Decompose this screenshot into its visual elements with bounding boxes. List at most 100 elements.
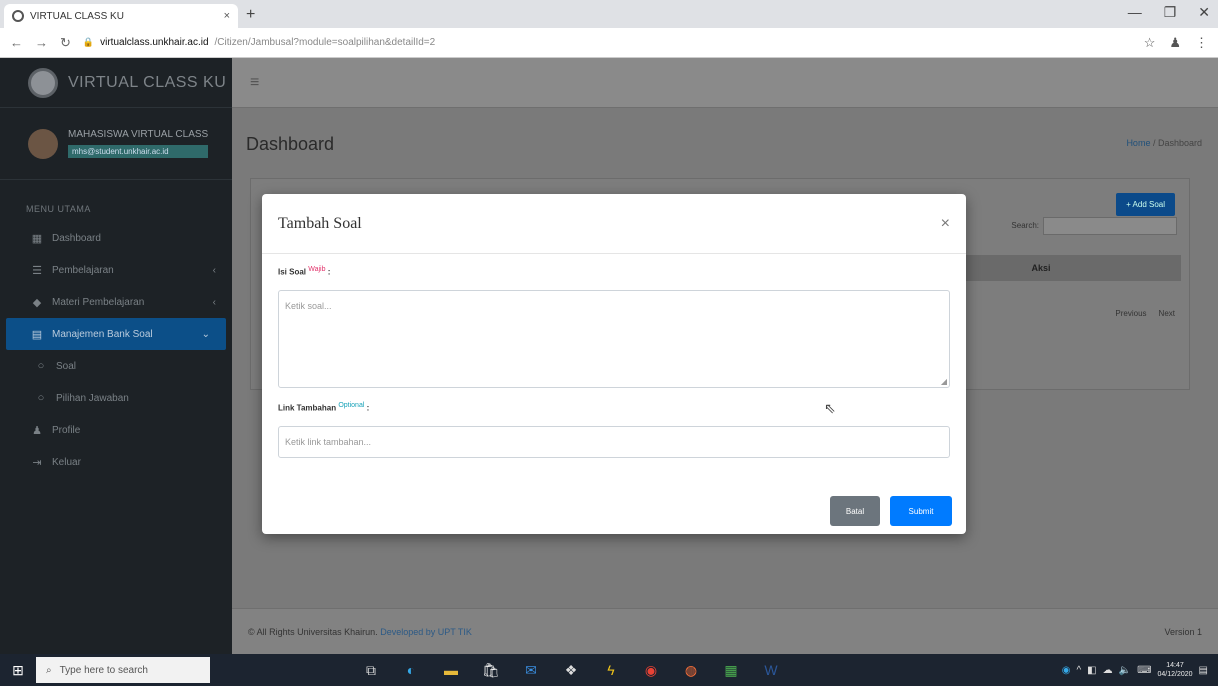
browser-menu-icon[interactable]: ⋮ xyxy=(1195,35,1208,51)
user-panel[interactable]: MAHASISWA VIRTUAL CLASS mhs@student.unkh… xyxy=(0,108,232,180)
new-tab-button[interactable]: + xyxy=(246,6,255,24)
footer: © All Rights Universitas Khairun. Develo… xyxy=(232,608,1218,654)
hamburger-menu-icon[interactable]: ≡ xyxy=(250,74,259,92)
browser-tab[interactable]: VIRTUAL CLASS KU × xyxy=(4,4,238,28)
chevron-down-icon: ⌄ xyxy=(201,328,210,340)
notification-icon[interactable]: ▤ xyxy=(1199,665,1208,676)
profile-icon[interactable]: ♟ xyxy=(1169,35,1181,51)
spreadsheet-icon[interactable]: ▦ xyxy=(722,661,740,679)
cancel-button[interactable]: Batal xyxy=(830,496,880,526)
browser-tabbar: VIRTUAL CLASS KU × + — ❐ ✕ xyxy=(0,0,1218,28)
reload-icon[interactable]: ↻ xyxy=(60,35,71,51)
sidebar-item-bank-soal[interactable]: ▤ Manajemen Bank Soal ⌄ xyxy=(6,318,226,350)
isi-soal-label-text: Isi Soal xyxy=(278,267,307,277)
breadcrumb-current: Dashboard xyxy=(1157,138,1202,148)
sidebar-item-label: Keluar xyxy=(52,456,81,468)
file-explorer-icon[interactable]: ▬ xyxy=(442,661,460,679)
back-icon[interactable]: ← xyxy=(10,35,23,50)
cloud-icon[interactable]: ☁ xyxy=(1103,665,1113,676)
word-icon[interactable]: W xyxy=(762,661,780,679)
minimize-button[interactable]: — xyxy=(1128,4,1142,21)
maximize-button[interactable]: ❐ xyxy=(1164,4,1177,21)
chevron-up-icon[interactable]: ^ xyxy=(1076,665,1081,676)
windows-start-icon[interactable]: ⊞ xyxy=(0,654,36,686)
label-colon: : xyxy=(327,267,331,277)
sidebar-item-label: Dashboard xyxy=(52,232,101,244)
resize-grip-icon[interactable]: ◢ xyxy=(941,377,947,386)
sidebar-item-profile[interactable]: ♟ Profile xyxy=(0,414,232,446)
next-page-button[interactable]: Next xyxy=(1159,309,1175,318)
forward-icon[interactable]: → xyxy=(35,35,48,50)
circle-icon: ○ xyxy=(37,360,45,372)
language-icon[interactable]: ⌨ xyxy=(1137,665,1151,676)
sidebar-item-pembelajaran[interactable]: ☰ Pembelajaran ‹ xyxy=(0,254,232,286)
task-view-icon[interactable]: ⧉ xyxy=(362,661,380,679)
clock-time: 14:47 xyxy=(1166,662,1184,669)
sidebar-item-dashboard[interactable]: ▦ Dashboard xyxy=(0,222,232,254)
windows-taskbar: ⊞ ⌕ Type here to search ⧉ ◐ ▬ 🛍 ✉ ❖ ϟ ◉ … xyxy=(0,654,1218,686)
sidebar-item-label: Manajemen Bank Soal xyxy=(52,328,153,340)
link-tambahan-placeholder: Ketik link tambahan... xyxy=(285,437,372,447)
menu-header: MENU UTAMA xyxy=(26,204,91,214)
user-icon: ♟ xyxy=(32,424,42,437)
taskbar-search-placeholder: Type here to search xyxy=(59,664,148,676)
store-icon[interactable]: 🛍 xyxy=(482,661,500,679)
sidebar-item-keluar[interactable]: ⇥ Keluar xyxy=(0,446,232,478)
modal-header: Tambah Soal × xyxy=(262,194,966,254)
clock[interactable]: 14:47 04/12/2020 xyxy=(1158,661,1193,679)
logo-icon xyxy=(28,67,58,98)
link-tambahan-label: Link Tambahan Optional : xyxy=(278,402,369,413)
lock-icon: 🔒 xyxy=(82,37,95,47)
user-email: mhs@student.unkhair.ac.id xyxy=(68,145,209,158)
isi-soal-placeholder: Ketik soal... xyxy=(285,301,332,311)
isi-soal-textarea[interactable]: Ketik soal... ◢ xyxy=(278,290,950,388)
breadcrumb-home[interactable]: Home xyxy=(1126,138,1150,148)
sidebar-item-materi[interactable]: ◆ Materi Pembelajaran ‹ xyxy=(0,286,232,318)
chevron-left-icon: ‹ xyxy=(212,264,216,276)
taskbar-search-input[interactable]: ⌕ Type here to search xyxy=(36,657,210,683)
sidebar-item-label: Materi Pembelajaran xyxy=(52,296,145,308)
sidebar-item-pilihan-jawaban[interactable]: ○ Pilihan Jawaban xyxy=(0,382,232,414)
tab-close-icon[interactable]: × xyxy=(224,10,230,22)
bookmark-star-icon[interactable]: ☆ xyxy=(1144,35,1156,51)
close-window-button[interactable]: ✕ xyxy=(1198,4,1210,21)
chrome-icon[interactable]: ◉ xyxy=(642,661,660,679)
sidebar-item-label: Pembelajaran xyxy=(52,264,114,276)
label-colon: : xyxy=(366,403,370,413)
user-name: MAHASISWA VIRTUAL CLASS xyxy=(68,129,209,140)
add-soal-button[interactable]: + Add Soal xyxy=(1116,193,1175,216)
volume-icon[interactable]: 🔈 xyxy=(1119,665,1131,676)
window-controls: — ❐ ✕ xyxy=(1128,4,1210,21)
system-tray: ◉ ^ ◧ ☁ 🔈 ⌨ 14:47 04/12/2020 ▤ xyxy=(1062,661,1218,679)
sidebar-item-label: Pilihan Jawaban xyxy=(56,392,129,404)
top-navbar: ≡ xyxy=(232,58,1218,108)
address-bar: ← → ↻ 🔒 virtualclass.unkhair.ac.id/Citiz… xyxy=(0,28,1218,58)
prev-page-button[interactable]: Previous xyxy=(1115,309,1146,318)
tambah-soal-modal: Tambah Soal × Isi Soal Wajib : Ketik soa… xyxy=(262,194,966,534)
url-field[interactable]: 🔒 virtualclass.unkhair.ac.id/Citizen/Jam… xyxy=(83,32,1132,54)
link-tambahan-input[interactable]: Ketik link tambahan... xyxy=(278,426,950,458)
mail-icon[interactable]: ✉ xyxy=(522,661,540,679)
close-icon[interactable]: × xyxy=(941,215,950,233)
url-host: virtualclass.unkhair.ac.id xyxy=(100,37,209,48)
dropbox-icon[interactable]: ❖ xyxy=(562,661,580,679)
edge-icon[interactable]: ◐ xyxy=(402,661,420,679)
search-icon: ⌕ xyxy=(46,664,52,676)
list-icon: ☰ xyxy=(32,264,42,277)
sidebar-item-label: Profile xyxy=(52,424,81,436)
sidebar: VIRTUAL CLASS KU MAHASISWA VIRTUAL CLASS… xyxy=(0,58,232,654)
search-input[interactable] xyxy=(1043,217,1177,235)
winamp-icon[interactable]: ϟ xyxy=(602,661,620,679)
network-icon[interactable]: ◧ xyxy=(1087,665,1096,676)
modal-title: Tambah Soal xyxy=(278,214,362,232)
database-icon: ▤ xyxy=(31,328,43,341)
dashboard-icon: ▦ xyxy=(31,232,43,245)
circle-icon: ○ xyxy=(37,392,45,404)
firefox-icon[interactable]: ◍ xyxy=(682,661,700,679)
sidebar-item-soal[interactable]: ○ Soal xyxy=(0,350,232,382)
submit-button[interactable]: Submit xyxy=(890,496,952,526)
weather-icon[interactable]: ◉ xyxy=(1062,665,1071,676)
footer-team-link[interactable]: Developed by UPT TIK xyxy=(380,627,472,637)
brand[interactable]: VIRTUAL CLASS KU xyxy=(0,58,232,108)
page-title: Dashboard xyxy=(246,134,335,154)
